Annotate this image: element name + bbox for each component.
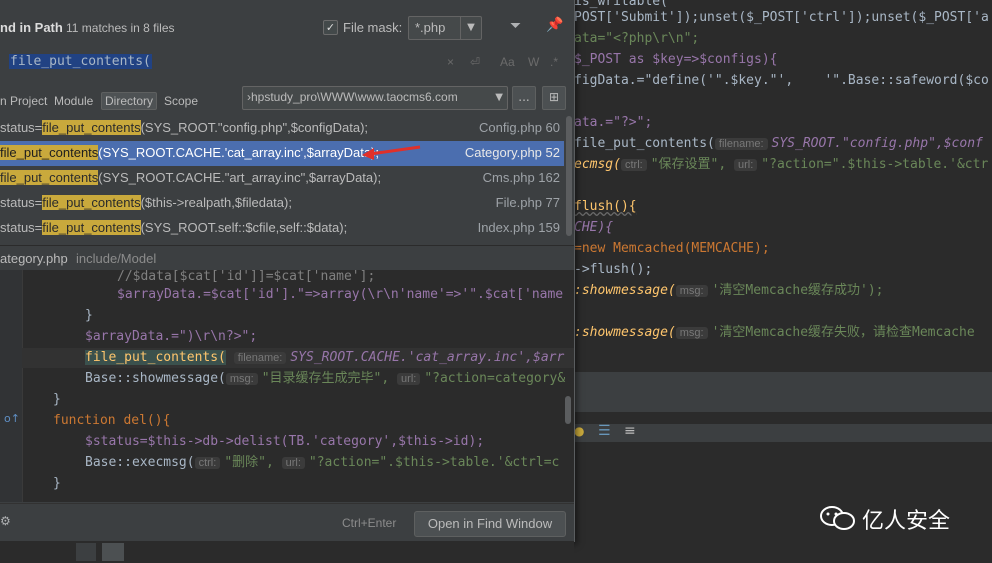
match-count: 11 matches in 8 files (66, 21, 175, 35)
preview-code: o↑ //$data[$cat['id']]=$cat['name']; $ar… (0, 270, 574, 502)
preview-gutter: o↑ (0, 270, 22, 502)
list-icon[interactable]: ☰ (598, 423, 611, 439)
code-line: $_POST as $key=>$configs){ (574, 52, 778, 67)
code-line: Base::showmessage(msg: "目录缓存生成完毕", url: "?… (85, 371, 566, 386)
code-line: POST['Submit']);unset($_POST['ctrl']);un… (574, 10, 989, 25)
result-file: File.php 77 (495, 195, 560, 210)
search-input[interactable]: file_put_contents( (9, 54, 152, 69)
open-in-find-window-button[interactable]: Open in Find Window (414, 511, 566, 537)
breakpoint-icon[interactable]: ● (574, 424, 584, 438)
tool-window-strip (574, 372, 992, 412)
file-mask-select[interactable]: *.php ▼ (408, 16, 482, 40)
sort-icon[interactable]: ≡ (624, 423, 636, 439)
red-arrow-annotation (362, 145, 421, 160)
directory-select[interactable]: ›hpstudy_pro\WWW\www.taocms6.com ▼ (242, 86, 508, 110)
results-scrollbar[interactable] (565, 116, 573, 241)
result-row[interactable]: file_put_contents(SYS_ROOT.CACHE."art_ar… (0, 166, 564, 191)
code-line: $arrayData.=")\r\n?>"; (85, 329, 258, 344)
wechat-icon (820, 506, 855, 530)
preview-file-path: include/Model (76, 251, 157, 266)
results-list[interactable]: status=file_put_contents(SYS_ROOT."confi… (0, 116, 564, 241)
regex-toggle[interactable]: .* (550, 55, 558, 69)
popup-footer: ⚙ Ctrl+Enter Open in Find Window (0, 503, 574, 541)
preview-file-name: ategory.php (0, 251, 68, 266)
preview-scrollbar-thumb[interactable] (565, 396, 571, 424)
directory-value: ›hpstudy_pro\WWW\www.taocms6.com (247, 90, 458, 104)
file-mask-value: *.php (415, 20, 446, 35)
newline-icon[interactable]: ⏎ (470, 55, 480, 69)
code-line: ata.="?>"; (574, 115, 653, 130)
bottom-toolbar: ● ☰ ≡ (574, 423, 992, 442)
match-case-toggle[interactable]: Aa (500, 55, 515, 69)
scrollbar-thumb[interactable] (566, 116, 572, 236)
code-line: ecmsg(ctrl: "保存设置", url: "?action=".$this-… (574, 157, 989, 172)
clear-icon[interactable]: × (447, 55, 454, 69)
settings-icon[interactable]: ⚙ (0, 514, 11, 528)
tab-project[interactable]: n Project (0, 94, 47, 108)
result-file: Index.php 159 (477, 220, 560, 235)
code-line: :showmessage(msg: '清空Memcache缓存成功'); (574, 283, 884, 298)
watermark-text: 亿人安全 (862, 509, 951, 534)
override-icon[interactable]: o↑ (4, 412, 20, 425)
result-row[interactable]: status=file_put_contents(SYS_ROOT.self::… (0, 216, 564, 241)
code-line: :showmessage(msg: '清空Memcache缓存失败，请检查Memc… (574, 325, 975, 340)
browse-button[interactable]: ... (512, 86, 536, 110)
tab-directory[interactable]: Directory (101, 92, 158, 110)
search-row: file_put_contents( × ⏎ Aa W .* (0, 48, 574, 78)
tab-module[interactable]: Module (54, 94, 93, 108)
result-row[interactable]: status=file_put_contents($this->realpath… (0, 191, 564, 216)
code-line: Base::execmsg(ctrl: "删除", url: "?action=".… (85, 455, 560, 470)
popup-title: nd in Path (0, 20, 63, 35)
result-file: Category.php 52 (464, 145, 560, 160)
find-in-path-popup: nd in Path 11 matches in 8 files ✓ File … (0, 0, 575, 542)
file-mask-label: File mask: (343, 20, 403, 35)
result-row[interactable]: status=file_put_contents(SYS_ROOT."confi… (0, 116, 564, 141)
result-row-selected[interactable]: file_put_contents(SYS_ROOT.CACHE.'cat_ar… (0, 141, 564, 166)
code-line-current: file_put_contents( filename: SYS_ROOT.CAC… (22, 348, 574, 368)
code-line: ->flush(); (574, 262, 653, 277)
code-line: } (53, 476, 61, 491)
code-line: $arrayData.=$cat['id']."=>array(\r\n'nam… (117, 287, 564, 302)
code-line: $status=$this->db->delist(TB.'category',… (85, 434, 485, 449)
filter-icon[interactable]: ⏷ (510, 18, 521, 34)
code-line: } (53, 392, 61, 407)
chevron-down-icon[interactable]: ▼ (495, 87, 503, 109)
code-line: function del(){ (53, 413, 171, 428)
chevron-down-icon[interactable]: ▼ (460, 17, 481, 39)
whole-word-toggle[interactable]: W (528, 55, 539, 69)
preview-header: ategory.php include/Model (0, 245, 574, 271)
result-file: Config.php 60 (479, 120, 560, 135)
tab-scope[interactable]: Scope (164, 94, 198, 108)
file-mask-checkbox[interactable]: ✓ (323, 20, 338, 35)
code-line: =new Memcached(MEMCACHE); (574, 241, 770, 256)
code-line: figData.="define('".$key."', '".Base::sa… (574, 73, 989, 88)
shortcut-hint: Ctrl+Enter (342, 516, 397, 530)
code-line: flush(){ (574, 199, 637, 214)
code-line: ata="<?php\r\n"; (574, 31, 700, 46)
recursive-icon[interactable]: ⊞ (542, 86, 566, 110)
code-line: } (85, 308, 93, 323)
result-file: Cms.php 162 (482, 170, 560, 185)
bottom-strip (0, 541, 574, 563)
pin-icon[interactable]: 📌 (546, 17, 563, 33)
code-line: CHE){ (574, 220, 614, 235)
popup-header: nd in Path 11 matches in 8 files ✓ File … (0, 0, 574, 44)
code-line: file_put_contents(filename: SYS_ROOT."con… (574, 136, 983, 151)
